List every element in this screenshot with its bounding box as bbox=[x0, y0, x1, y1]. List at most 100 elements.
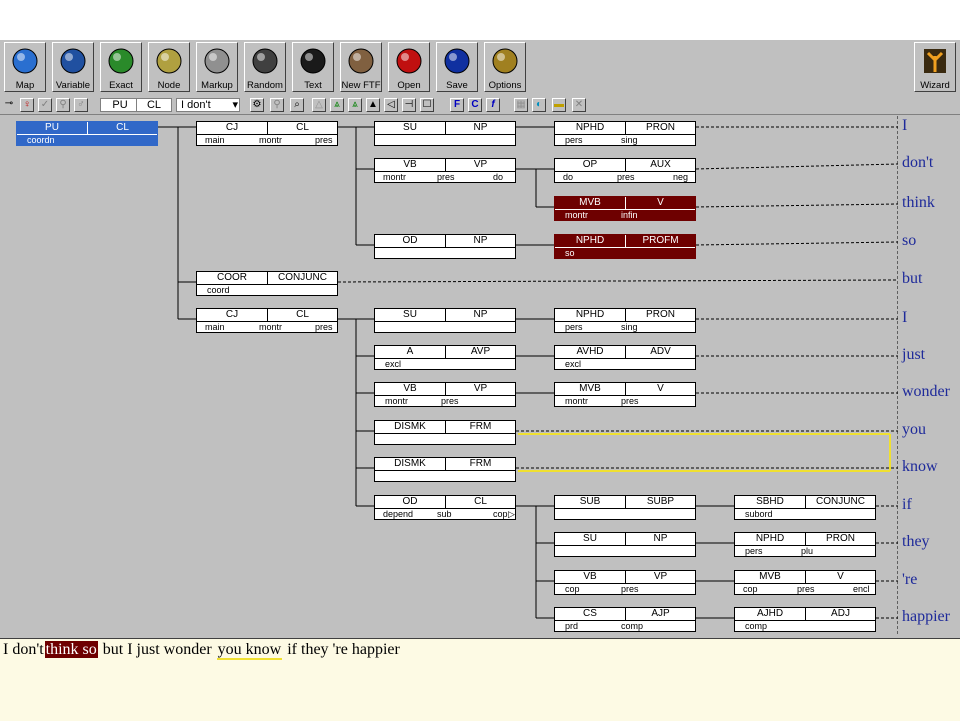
node-feature: montr bbox=[385, 396, 409, 406]
check-icon[interactable]: ✓ bbox=[38, 98, 52, 112]
sentence-text[interactable]: I don't think so but I just wonder you kn… bbox=[2, 641, 401, 660]
tree-node-vb1[interactable]: VB VP montr pres do bbox=[374, 158, 516, 183]
branch-left-icon[interactable]: ⊣ bbox=[402, 98, 416, 112]
leaf-word[interactable]: I bbox=[902, 309, 907, 327]
tree-node-cj1[interactable]: CJ CL main montr pres bbox=[196, 121, 338, 146]
node-feature: do bbox=[563, 172, 574, 182]
tree-node-mvb2[interactable]: MVB Vmontr pres bbox=[554, 382, 696, 407]
tree-node-avhd[interactable]: AVHD ADV excl bbox=[554, 345, 696, 370]
tree-node-nphd3[interactable]: NPHD PRON pers sing bbox=[554, 308, 696, 333]
box-icon[interactable]: ☐ bbox=[420, 98, 434, 112]
tree-node-nphd4[interactable]: NPHD PRON pers plu bbox=[734, 532, 876, 557]
node-icon[interactable]: ⚲ bbox=[270, 98, 284, 112]
tag-icon[interactable]: ♂ bbox=[74, 98, 88, 112]
tree-cut-icon[interactable]: ▲ bbox=[366, 98, 380, 112]
sentence-select[interactable]: I don't ▾ bbox=[176, 98, 240, 112]
tree-node-dismk1[interactable]: DISMK FRM bbox=[374, 420, 516, 445]
key-icon[interactable]: ⊸ bbox=[2, 98, 16, 112]
leaf-word[interactable]: know bbox=[902, 458, 938, 476]
function-field[interactable]: PU bbox=[100, 98, 140, 112]
node-category: VP bbox=[473, 383, 488, 394]
triangle-icon[interactable]: △ bbox=[312, 98, 326, 112]
save-button[interactable]: Save bbox=[436, 42, 478, 92]
node-feature: plu bbox=[801, 546, 814, 556]
node-function: PU bbox=[17, 122, 88, 134]
flower-icon bbox=[156, 48, 182, 74]
wizard-button[interactable]: Wizard bbox=[914, 42, 956, 92]
open-button[interactable]: Open bbox=[388, 42, 430, 92]
leaf-word[interactable]: so bbox=[902, 232, 916, 250]
tree-node-ajhd[interactable]: AJHD ADJ comp bbox=[734, 607, 876, 632]
tree-node-sbhd[interactable]: SBHD CONJUNC subord bbox=[734, 495, 876, 520]
leaf-word[interactable]: I bbox=[902, 117, 907, 135]
node-category: SUBP bbox=[646, 496, 675, 507]
tree-node-mvb3[interactable]: MVB Vcop pres encl bbox=[734, 570, 876, 595]
tree-insert-icon[interactable]: ⩓ bbox=[348, 98, 362, 112]
colors-icon[interactable]: ◐ bbox=[532, 98, 546, 112]
search-icon[interactable]: ⌕ bbox=[290, 98, 304, 112]
tree-node-nphd1[interactable]: NPHD PRON pers sing bbox=[554, 121, 696, 146]
map-button[interactable]: Map bbox=[4, 42, 46, 92]
tree-node-op1[interactable]: OP AUX do pres neg bbox=[554, 158, 696, 183]
tree-node-cj2[interactable]: CJ CL main montr pres bbox=[196, 308, 338, 333]
tree-node-vb2[interactable]: VB VP montr pres bbox=[374, 382, 516, 407]
node-feature: main bbox=[205, 322, 225, 332]
highlight-icon[interactable]: ▬ bbox=[552, 98, 566, 112]
leaf-word[interactable]: you bbox=[902, 421, 926, 439]
node-feature: pres bbox=[437, 172, 455, 182]
tree-node-od1[interactable]: OD NP bbox=[374, 234, 516, 259]
leaf-word[interactable]: 're bbox=[902, 571, 917, 589]
node-feature: infin bbox=[621, 210, 638, 220]
tree-node-pu[interactable]: PU CL coordn bbox=[16, 121, 158, 146]
options-button[interactable]: Options bbox=[484, 42, 526, 92]
close-icon[interactable]: ✕ bbox=[572, 98, 586, 112]
random-button[interactable]: Random bbox=[244, 42, 286, 92]
move-left-icon[interactable]: ◁ bbox=[384, 98, 398, 112]
expand-arrow-icon[interactable]: ▷ bbox=[508, 508, 515, 520]
tree-add-icon[interactable]: ⩓ bbox=[330, 98, 344, 112]
tree-node-mvb1[interactable]: MVB Vmontr infin bbox=[554, 196, 696, 221]
tree-node-dismk2[interactable]: DISMK FRM bbox=[374, 457, 516, 482]
exact-button[interactable]: Exact bbox=[100, 42, 142, 92]
function-f-icon[interactable]: F bbox=[450, 98, 464, 112]
pin-icon[interactable]: ♀ bbox=[20, 98, 34, 112]
new-ftf-button[interactable]: New FTF bbox=[340, 42, 382, 92]
node-feature: cop bbox=[565, 584, 580, 594]
node-category: AJP bbox=[651, 608, 670, 619]
leaf-word[interactable]: think bbox=[902, 194, 935, 212]
node-function: DISMK bbox=[375, 458, 446, 470]
tree-node-su3[interactable]: SU NP bbox=[554, 532, 696, 557]
tree-node-vb3[interactable]: VB VP cop pres bbox=[554, 570, 696, 595]
toolbar: Map Variable Exact Node Markup Random Text New … bbox=[0, 40, 960, 94]
feature-f-icon[interactable]: f bbox=[486, 98, 500, 112]
tree-node-a1[interactable]: A AVP excl bbox=[374, 345, 516, 370]
text-button[interactable]: Text bbox=[292, 42, 334, 92]
variable-button[interactable]: Variable bbox=[52, 42, 94, 92]
tree-node-sub[interactable]: SUB SUBP bbox=[554, 495, 696, 520]
branch-icon[interactable]: ⚲ bbox=[56, 98, 70, 112]
node-features-row: montr pres do bbox=[375, 171, 515, 183]
category-field[interactable]: CL bbox=[136, 98, 172, 112]
node-category: AUX bbox=[650, 159, 671, 170]
node-category: PROFM bbox=[642, 235, 679, 246]
node-button[interactable]: Node bbox=[148, 42, 190, 92]
tree-node-coor[interactable]: COOR CONJUNC coord bbox=[196, 271, 338, 296]
leaf-word[interactable]: if bbox=[902, 496, 912, 514]
tree-node-nphd2[interactable]: NPHD PROFM so bbox=[554, 234, 696, 259]
tree-node-cs[interactable]: CS AJP prd comp bbox=[554, 607, 696, 632]
category-c-icon[interactable]: C bbox=[468, 98, 482, 112]
tree-node-od2[interactable]: OD CL depend sub cop ▷ bbox=[374, 495, 516, 520]
leaf-word[interactable]: happier bbox=[902, 608, 950, 626]
leaf-word[interactable]: they bbox=[902, 533, 930, 551]
leaf-word[interactable]: wonder bbox=[902, 383, 950, 401]
leaf-word[interactable]: but bbox=[902, 270, 922, 288]
grid-icon[interactable]: ▦ bbox=[514, 98, 528, 112]
markup-button[interactable]: Markup bbox=[196, 42, 238, 92]
gear-icon[interactable]: ⚙ bbox=[250, 98, 264, 112]
node-category: PRON bbox=[646, 122, 675, 133]
tree-node-su2[interactable]: SU NP bbox=[374, 308, 516, 333]
node-category: CL bbox=[296, 122, 309, 133]
tree-node-su1[interactable]: SU NP bbox=[374, 121, 516, 146]
leaf-word[interactable]: don't bbox=[902, 154, 933, 172]
leaf-word[interactable]: just bbox=[902, 346, 925, 364]
